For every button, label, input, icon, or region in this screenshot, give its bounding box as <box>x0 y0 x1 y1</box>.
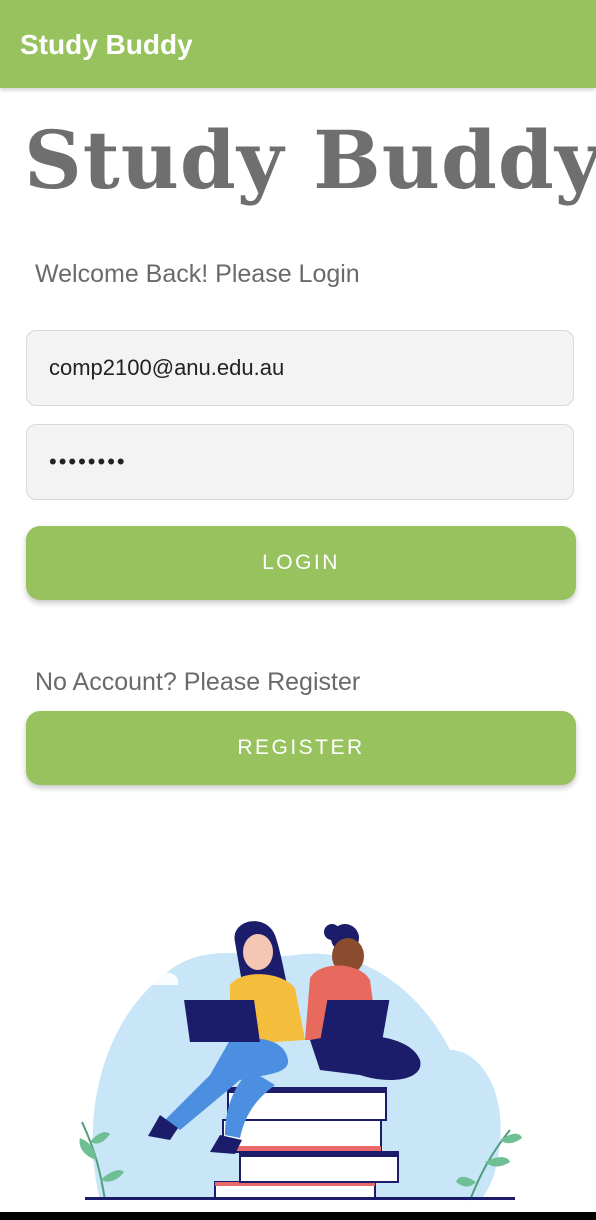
register-prompt: No Account? Please Register <box>35 668 361 696</box>
app-bar-title: Study Buddy <box>20 29 193 60</box>
system-nav-bar <box>0 1212 596 1220</box>
register-button[interactable]: REGISTER <box>26 711 576 785</box>
app-bar: Study Buddy <box>0 0 596 88</box>
page-title: Study Buddy <box>24 113 596 207</box>
login-prompt: Welcome Back! Please Login <box>35 260 360 288</box>
password-field[interactable] <box>26 424 574 500</box>
students-studying-illustration <box>79 921 522 1201</box>
login-button[interactable]: LOGIN <box>26 526 576 600</box>
email-field[interactable] <box>26 330 574 406</box>
